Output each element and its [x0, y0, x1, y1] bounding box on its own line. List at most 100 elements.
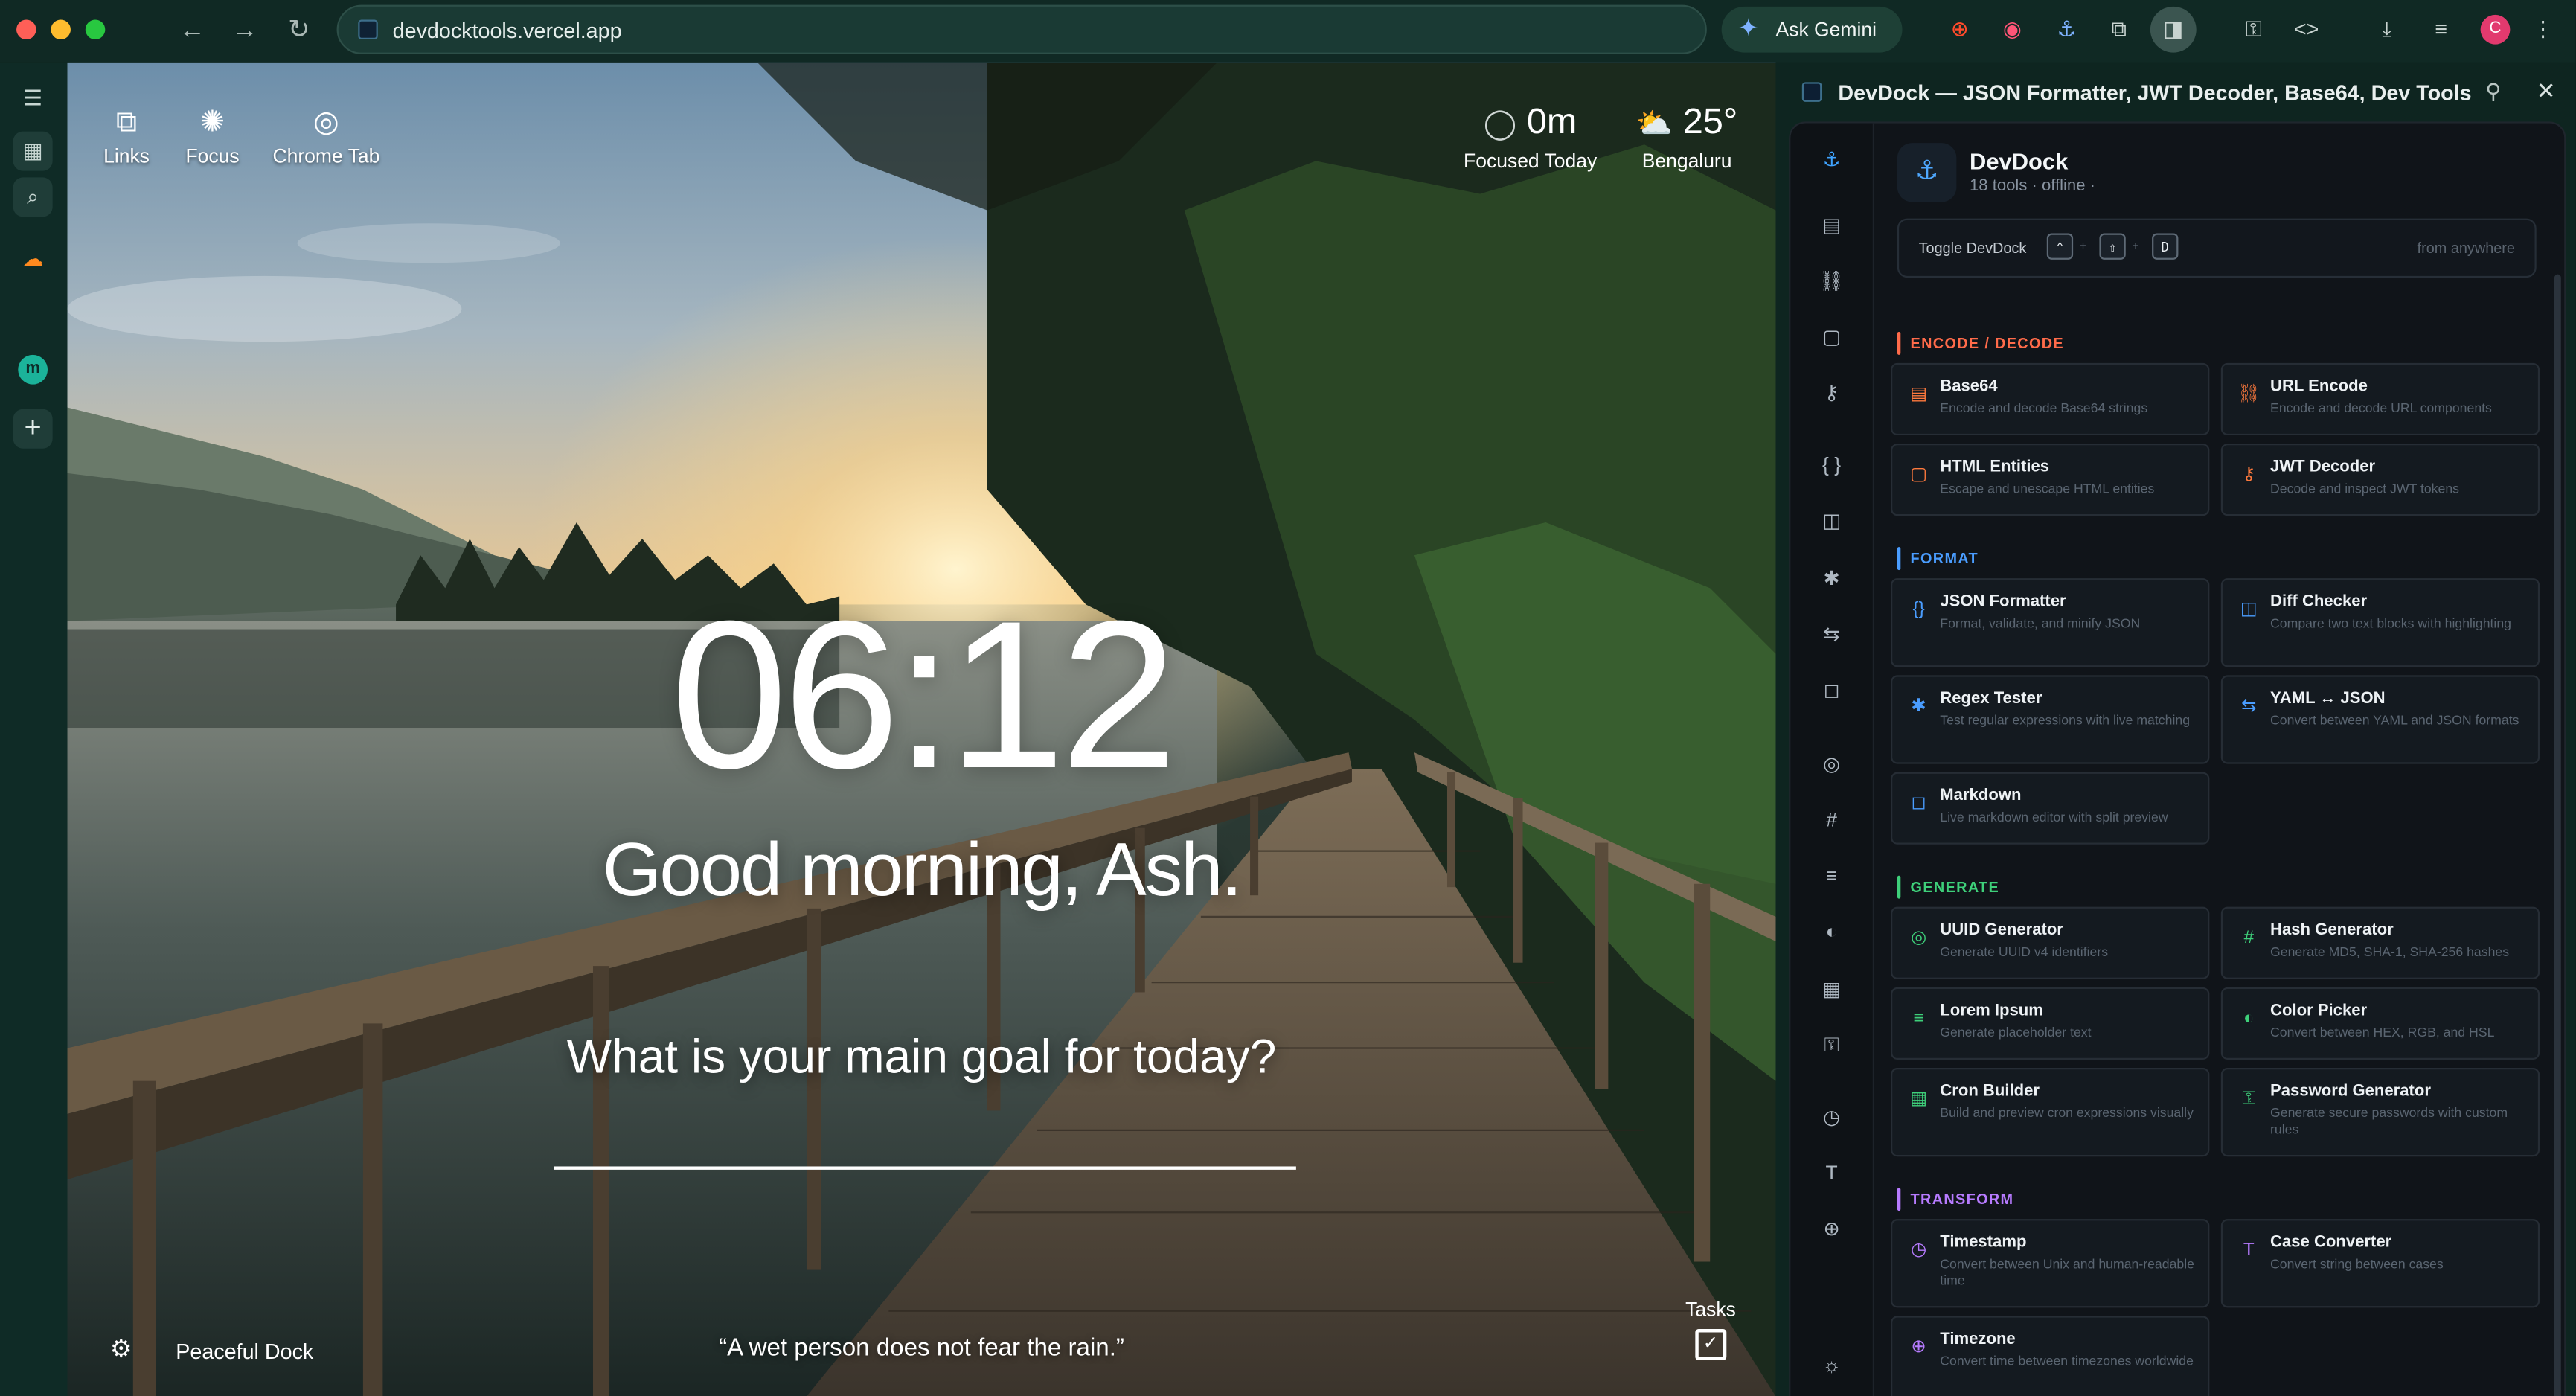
reading-list-icon[interactable]: ≡ — [2426, 15, 2456, 45]
links-label: Links — [103, 144, 150, 168]
tool-card-html-entities[interactable]: ▢ HTML Entities Escape and unescape HTML… — [1891, 444, 2210, 516]
tool-card-json-formatter[interactable]: {} JSON Formatter Format, validate, and … — [1891, 578, 2210, 667]
extension-record-icon[interactable]: ◉ — [1998, 15, 2028, 45]
chrome-icon: ◎ — [313, 105, 339, 138]
text-type-icon[interactable]: T — [1816, 1156, 1848, 1189]
sidebar-collapse-icon[interactable]: ☰ — [13, 79, 53, 118]
theme-sun-icon[interactable]: ☼ — [1816, 1349, 1848, 1382]
text-lines-icon[interactable]: ≡ — [1816, 859, 1848, 892]
side-panel-toggle-icon[interactable]: ◨ — [2150, 6, 2197, 53]
chrome-tab-widget[interactable]: ◎ Chrome Tab — [272, 105, 379, 170]
greeting: Good morning, Ash. — [602, 826, 1243, 912]
sidebar-grid-icon[interactable]: ▦ — [13, 131, 53, 171]
unpin-icon[interactable]: ⚲ — [2485, 79, 2501, 105]
address-bar[interactable]: devdocktools.vercel.app — [336, 4, 1707, 54]
key-separator: + — [2132, 241, 2139, 253]
links-widget[interactable]: ⧉ Links — [103, 105, 150, 170]
reload-icon[interactable]: ↻ — [281, 13, 318, 50]
extension-red-plus-icon[interactable]: ⊕ — [1945, 15, 1975, 45]
tools-scrollbar[interactable] — [2554, 274, 2561, 1396]
devdock-extension-icon[interactable]: ⚓ — [2051, 15, 2081, 45]
browser-vertical-sidebar: ☰ ▦ ⌕ ☁ m + — [0, 62, 68, 1396]
tool-card-password-generator[interactable]: ⚿ Password Generator Generate secure pas… — [2220, 1068, 2540, 1157]
tool-card-cron-builder[interactable]: ▦ Cron Builder Build and preview cron ex… — [1891, 1068, 2210, 1157]
profile-avatar[interactable]: C — [2480, 14, 2511, 45]
password-key-icon[interactable]: ⚿ — [2239, 15, 2269, 45]
base64-file-icon[interactable]: ▤ — [1816, 208, 1848, 241]
tool-desc: Convert time between timezones worldwide — [1940, 1354, 2194, 1369]
ask-gemini-button[interactable]: ✦ Ask Gemini — [1721, 6, 1903, 53]
tool-title: Cron Builder — [1940, 1082, 2040, 1101]
sidebar-cloud-app-icon[interactable]: ☁ — [13, 240, 53, 279]
forward-arrow-icon[interactable]: → — [227, 13, 263, 50]
tool-card-yaml-json[interactable]: ⇆ YAML ↔ JSON Convert between YAML and J… — [2220, 675, 2540, 764]
tool-card-timestamp[interactable]: ◷ Timestamp Convert between Unix and hum… — [1891, 1219, 2210, 1308]
anchor-home-icon[interactable]: ⚓ — [1816, 143, 1848, 176]
focus-stat[interactable]: ◯ 0m Focused Today — [1464, 101, 1598, 173]
hash-icon[interactable]: # — [1816, 804, 1848, 836]
tool-desc: Escape and unescape HTML entities — [1940, 481, 2155, 496]
tool-card-base64[interactable]: ▤ Base64 Encode and decode Base64 string… — [1891, 362, 2210, 436]
fingerprint-icon[interactable]: ◎ — [1816, 748, 1848, 781]
code-brackets-icon[interactable]: <> — [2292, 15, 2322, 45]
more-menu-icon[interactable]: ⋮ — [2528, 15, 2558, 45]
download-icon[interactable]: ⤓ — [2372, 15, 2402, 45]
tool-card-jwt-decoder[interactable]: ⚷ JWT Decoder Decode and inspect JWT tok… — [2220, 444, 2540, 516]
tool-card-hash-generator[interactable]: # Hash Generator Generate MD5, SHA-1, SH… — [2220, 906, 2540, 979]
minimize-window-button[interactable] — [51, 19, 71, 39]
key-icon[interactable]: ⚷ — [1816, 377, 1848, 409]
url-text[interactable]: devdocktools.vercel.app — [393, 18, 622, 42]
wrench-key-icon[interactable]: ⚿ — [1816, 1028, 1848, 1061]
weather-temperature: 25° — [1682, 100, 1738, 141]
split-columns-icon: ◫ — [2240, 599, 2258, 620]
close-panel-icon[interactable]: ✕ — [2537, 77, 2556, 106]
focus-stat-label: Focused Today — [1464, 149, 1598, 173]
close-window-button[interactable] — [16, 19, 36, 39]
link-icon[interactable]: ⛓ — [1816, 264, 1848, 297]
asterisk-icon[interactable]: ✱ — [1816, 562, 1848, 595]
tool-card-case-converter[interactable]: T Case Converter Convert string between … — [2220, 1219, 2540, 1308]
side-panel: DevDock — JSON Formatter, JWT Decoder, B… — [1775, 62, 2576, 1396]
calendar-icon[interactable]: ▦ — [1816, 973, 1848, 1005]
main-goal-input[interactable] — [553, 1113, 1296, 1170]
document-icon[interactable]: ▢ — [1816, 321, 1848, 353]
braces-icon[interactable]: { } — [1816, 449, 1848, 481]
tool-rail: ⚓ ▤ ⛓ ▢ ⚷ { } ◫ ✱ ⇆ ◻ ◎ # ≡ ◐ ▦ ⚿ ◷ T ⊕ … — [1790, 123, 1874, 1396]
tool-card-lorem-ipsum[interactable]: ≡ Lorem Ipsum Generate placeholder text — [1891, 987, 2210, 1060]
section-generate: GENERATE — [1897, 875, 1999, 899]
tool-card-markdown[interactable]: ◻ Markdown Live markdown editor with spl… — [1891, 772, 2210, 845]
tool-card-url-encode[interactable]: ⛓ URL Encode Encode and decode URL compo… — [2220, 362, 2540, 436]
weather-widget[interactable]: ⛅ 25° Bengaluru — [1636, 100, 1738, 173]
swap-arrows-icon: ⇆ — [2241, 697, 2257, 717]
palette-icon[interactable]: ◐ — [1816, 915, 1848, 948]
tool-card-uuid-generator[interactable]: ◎ UUID Generator Generate UUID v4 identi… — [1891, 906, 2210, 979]
sidebar-search-list-icon[interactable]: ⌕ — [13, 177, 53, 217]
clock-icon[interactable]: ◷ — [1816, 1101, 1848, 1133]
focus-widget[interactable]: ✺ Focus — [185, 105, 239, 170]
maximize-window-button[interactable] — [85, 19, 106, 39]
split-columns-icon[interactable]: ◫ — [1816, 505, 1848, 537]
tool-desc: Convert between Unix and human-readable … — [1940, 1256, 2194, 1288]
new-tab-page: ⧉ Links ✺ Focus ◎ Chrome Tab ◯ 0m Focuse… — [67, 62, 1776, 1396]
tool-card-regex-tester[interactable]: ✱ Regex Tester Test regular expressions … — [1891, 675, 2210, 764]
globe-icon[interactable]: ⊕ — [1816, 1212, 1848, 1245]
tool-card-diff-checker[interactable]: ◫ Diff Checker Compare two text blocks w… — [2220, 578, 2540, 667]
tool-card-timezone[interactable]: ⊕ Timezone Convert time between timezone… — [1891, 1316, 2210, 1396]
ask-gemini-label: Ask Gemini — [1775, 18, 1877, 42]
focus-label: Focus — [185, 144, 240, 168]
sidebar-m-app-icon[interactable]: m — [18, 354, 48, 385]
sidebar-add-button[interactable]: + — [13, 409, 53, 449]
toggle-hint: from anywhere — [2417, 240, 2515, 257]
tool-title: Timestamp — [1940, 1233, 2027, 1252]
tasks-button[interactable]: Tasks ✓ — [1685, 1298, 1736, 1360]
extensions-puzzle-icon[interactable]: ⧉ — [2104, 15, 2134, 45]
globe-icon: ⊕ — [1911, 1337, 1926, 1357]
section-format: FORMAT — [1897, 547, 1979, 571]
swap-arrows-icon[interactable]: ⇆ — [1816, 618, 1848, 650]
back-arrow-icon[interactable]: ← — [174, 13, 211, 50]
tool-card-color-picker[interactable]: ◐ Color Picker Convert between HEX, RGB,… — [2220, 987, 2540, 1060]
book-icon[interactable]: ◻ — [1816, 673, 1848, 706]
tool-title: JWT Decoder — [2270, 458, 2376, 477]
shift-key: ⇧ — [2099, 233, 2126, 260]
key-icon: ⚿ — [2242, 1089, 2256, 1110]
